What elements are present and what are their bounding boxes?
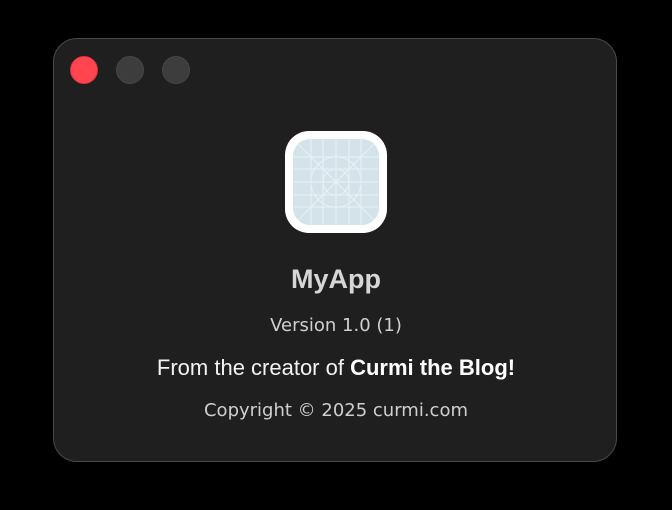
blog-link[interactable]: Curmi the Blog! xyxy=(350,355,515,380)
version-label: Version 1.0 (1) xyxy=(270,315,402,336)
about-window: MyApp Version 1.0 (1) From the creator o… xyxy=(53,38,617,462)
credit-prefix: From the creator of xyxy=(156,355,351,380)
app-icon xyxy=(285,131,387,233)
close-button[interactable] xyxy=(70,56,98,84)
credit-line: From the creator of Curmi the Blog! xyxy=(54,355,618,381)
app-placeholder-icon xyxy=(293,139,379,225)
window-controls xyxy=(70,56,190,84)
minimize-button[interactable] xyxy=(116,56,144,84)
zoom-button[interactable] xyxy=(162,56,190,84)
app-name: MyApp xyxy=(291,264,381,294)
copyright-label: Copyright © 2025 curmi.com xyxy=(203,400,468,421)
